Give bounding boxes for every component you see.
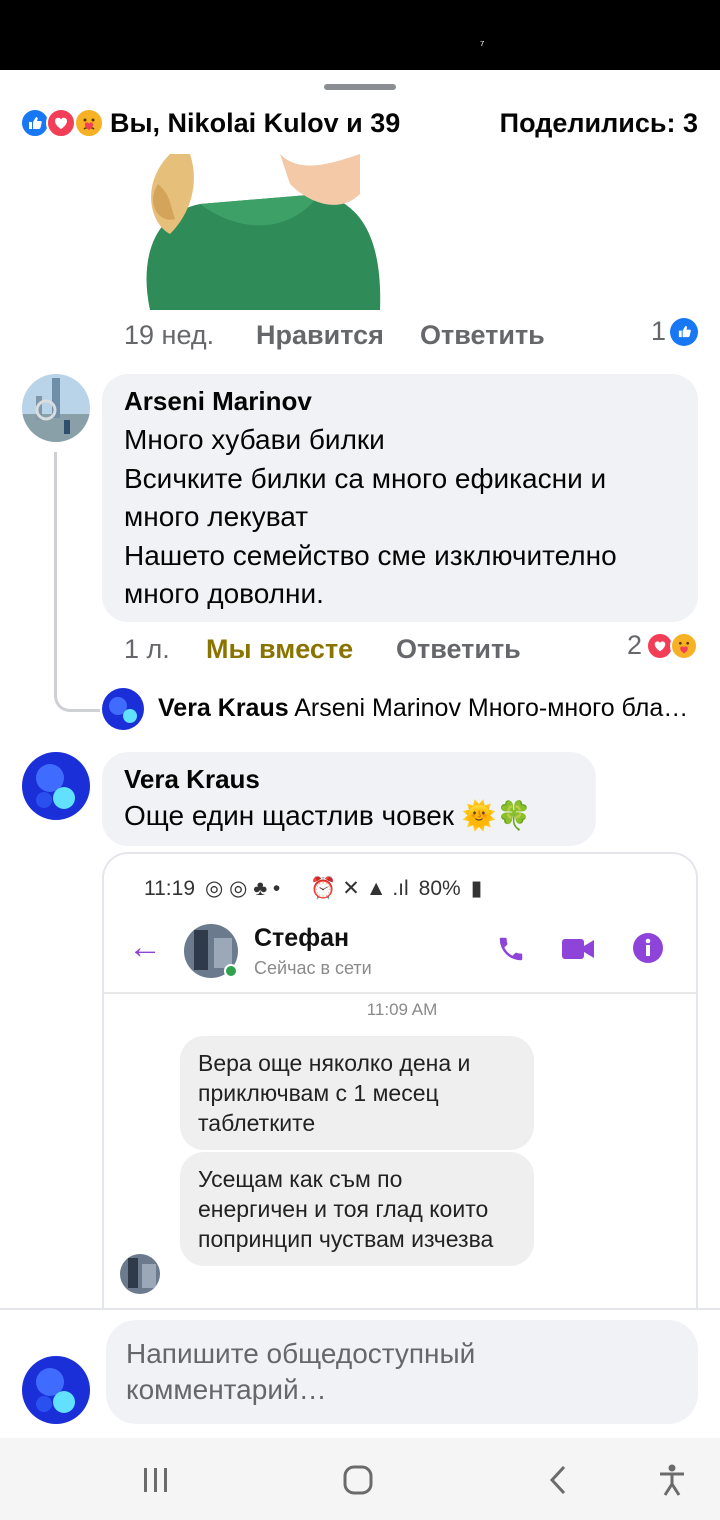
status-icons: ◎ ◎ ♣ • bbox=[205, 877, 281, 900]
online-indicator bbox=[224, 964, 238, 978]
phone-icon bbox=[496, 934, 526, 969]
attachment-battery: 80% bbox=[418, 876, 461, 900]
battery-icon: ▮ bbox=[470, 877, 483, 900]
attachment-clock: 11:19 bbox=[144, 876, 195, 900]
comment-author[interactable]: Arseni Marinov bbox=[124, 386, 676, 417]
reactions-summary[interactable]: Вы, Nikolai Kulov и 39 Поделились: 3 bbox=[0, 104, 720, 152]
attachment-message: Вера още няколко дена и приключвам с 1 м… bbox=[180, 1036, 534, 1150]
like-reaction-icon bbox=[670, 317, 698, 346]
care-reaction-icon bbox=[74, 108, 104, 138]
reaction-count: 2 bbox=[626, 630, 642, 660]
home-icon[interactable] bbox=[336, 1458, 380, 1502]
comment-bubble[interactable]: Arseni Marinov Много хубави билки Всички… bbox=[102, 374, 698, 622]
avatar[interactable] bbox=[22, 752, 90, 820]
drag-handle[interactable] bbox=[324, 84, 396, 90]
reply-text: Arseni Marinov Много-много бла… bbox=[294, 694, 689, 722]
comment-bubble[interactable]: Vera Kraus Още един щастлив човек 🌞🍀 bbox=[102, 752, 596, 846]
comment-reactions[interactable]: 1 bbox=[651, 316, 698, 347]
avatar[interactable] bbox=[22, 374, 90, 442]
network-icons: ⏰ ✕ ▲ .ıl bbox=[310, 877, 409, 900]
attachment-message: Усещам как съм по енергичен и тоя глад к… bbox=[180, 1152, 534, 1266]
reply-author: Vera Kraus bbox=[158, 694, 289, 722]
comments-sheet: Вы, Nikolai Kulov и 39 Поделились: 3 19 … bbox=[0, 70, 720, 1310]
comment-input[interactable]: Напишите общедоступный комментарий… bbox=[106, 1320, 698, 1424]
back-icon[interactable] bbox=[536, 1458, 580, 1502]
accessibility-icon[interactable] bbox=[650, 1458, 694, 1502]
system-nav-bar bbox=[0, 1438, 720, 1520]
comment-sticker-image[interactable] bbox=[130, 154, 384, 310]
attachment-contact-name: Стефан bbox=[254, 924, 350, 952]
reply-preview[interactable]: Vera Kraus Arseni Marinov Много-много бл… bbox=[158, 694, 698, 723]
reaction-icons bbox=[20, 108, 106, 140]
shares-count[interactable]: Поделились: 3 bbox=[500, 108, 698, 139]
reply-button[interactable]: Ответить bbox=[396, 634, 521, 665]
reaction-count: 1 bbox=[650, 316, 666, 346]
attachment-chat-header: ← Стефан Сейчас в сети bbox=[104, 914, 696, 994]
avatar[interactable] bbox=[22, 1356, 90, 1424]
comment-author[interactable]: Vera Kraus bbox=[124, 764, 574, 795]
status-indicator-icon: ⁷ bbox=[480, 38, 485, 52]
comment-attachment-image[interactable]: 11:19 ◎ ◎ ♣ • ⏰ ✕ ▲ .ıl 80% ▮ ← Стефан С… bbox=[102, 852, 698, 1310]
video-call-icon bbox=[560, 934, 596, 969]
comment-text: Още един щастлив човек 🌞🍀 bbox=[124, 800, 532, 831]
reaction-icons bbox=[646, 631, 698, 660]
like-button[interactable]: Нравится bbox=[256, 320, 384, 351]
status-bar: ⁷ bbox=[0, 0, 720, 70]
comment-time: 1 л. bbox=[124, 634, 170, 664]
attachment-presence: Сейчас в сети bbox=[254, 958, 372, 978]
attachment-timestamp: 11:09 AM bbox=[366, 1000, 438, 1019]
avatar bbox=[120, 1254, 160, 1294]
comment-time: 19 нед. bbox=[124, 320, 215, 350]
attachment-status-bar: 11:19 ◎ ◎ ♣ • ⏰ ✕ ▲ .ıl 80% ▮ bbox=[144, 876, 482, 901]
care-reaction-icon bbox=[670, 631, 698, 660]
comment-reactions[interactable]: 2 bbox=[627, 630, 698, 661]
comment-text: Много хубави билки Всичките билки са мно… bbox=[124, 424, 617, 609]
love-reaction-icon bbox=[46, 108, 76, 138]
recent-apps-icon[interactable] bbox=[134, 1458, 178, 1502]
avatar[interactable] bbox=[102, 688, 144, 730]
info-icon bbox=[632, 932, 664, 969]
composer-divider bbox=[0, 1308, 720, 1310]
reply-thread-line bbox=[54, 452, 100, 712]
reaction-button[interactable]: Мы вместе bbox=[206, 634, 353, 665]
reply-button[interactable]: Ответить bbox=[420, 320, 545, 351]
reactors-text[interactable]: Вы, Nikolai Kulov и 39 bbox=[110, 108, 400, 139]
back-arrow-icon: ← bbox=[128, 928, 162, 966]
